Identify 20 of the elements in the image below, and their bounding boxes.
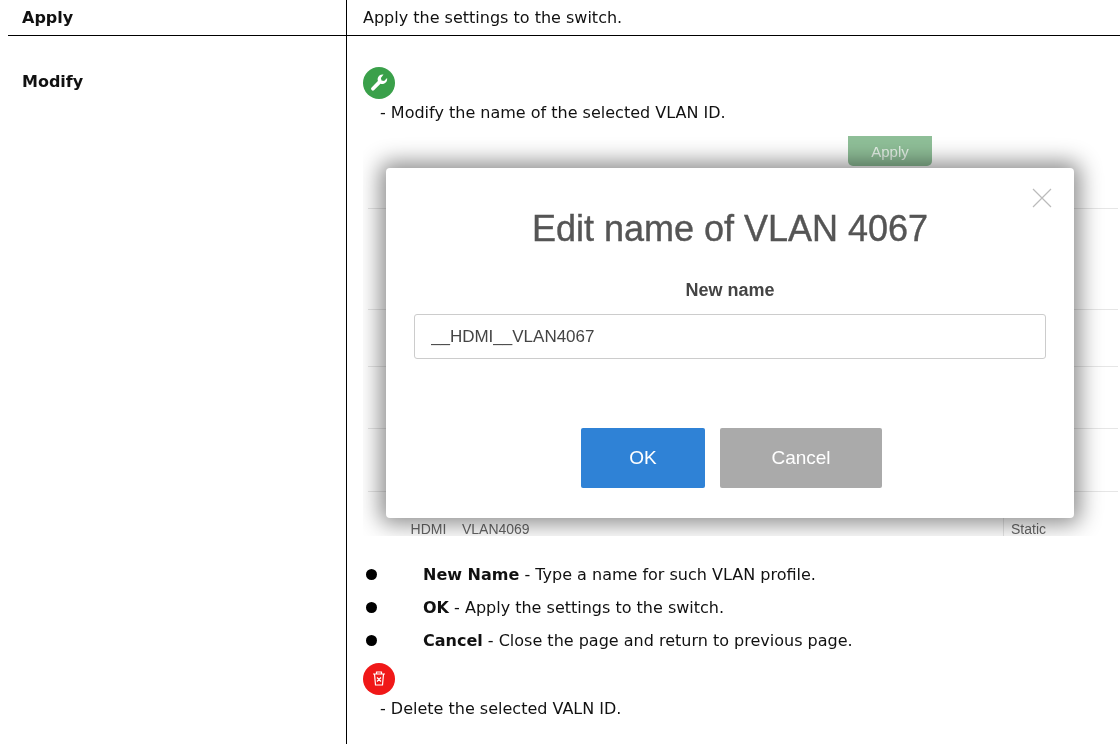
modify-description-text: - Modify the name of the selected VLAN ID. [380,103,727,122]
dialog-title: Edit name of VLAN 4067 [530,208,930,250]
vlan-type-text: Static [1011,521,1046,536]
bullet-icon [366,635,377,646]
delete-description-text: - Delete the selected VALN ID. [380,699,623,718]
wrench-icon [363,67,395,99]
ok-button[interactable]: OK [581,428,705,488]
name-input-field[interactable]: __HDMI__VLAN4067 [414,314,1046,359]
bullet-text: OK - Apply the settings to the switch. [423,598,725,617]
cancel-button[interactable]: Cancel [720,428,882,488]
description-text: Apply the settings to the switch. [363,8,623,27]
term-text: Modify [22,72,84,91]
trash-icon [363,663,395,695]
bullet-icon [366,602,377,613]
bullet-text: New Name - Type a name for such VLAN profile. [423,565,816,584]
term-text: Apply [22,8,74,27]
field-label: New name [684,280,776,301]
close-icon[interactable] [1032,188,1052,208]
bullet-icon [366,569,377,580]
bullet-text: Cancel - Close the page and return to previous page. [423,631,853,650]
